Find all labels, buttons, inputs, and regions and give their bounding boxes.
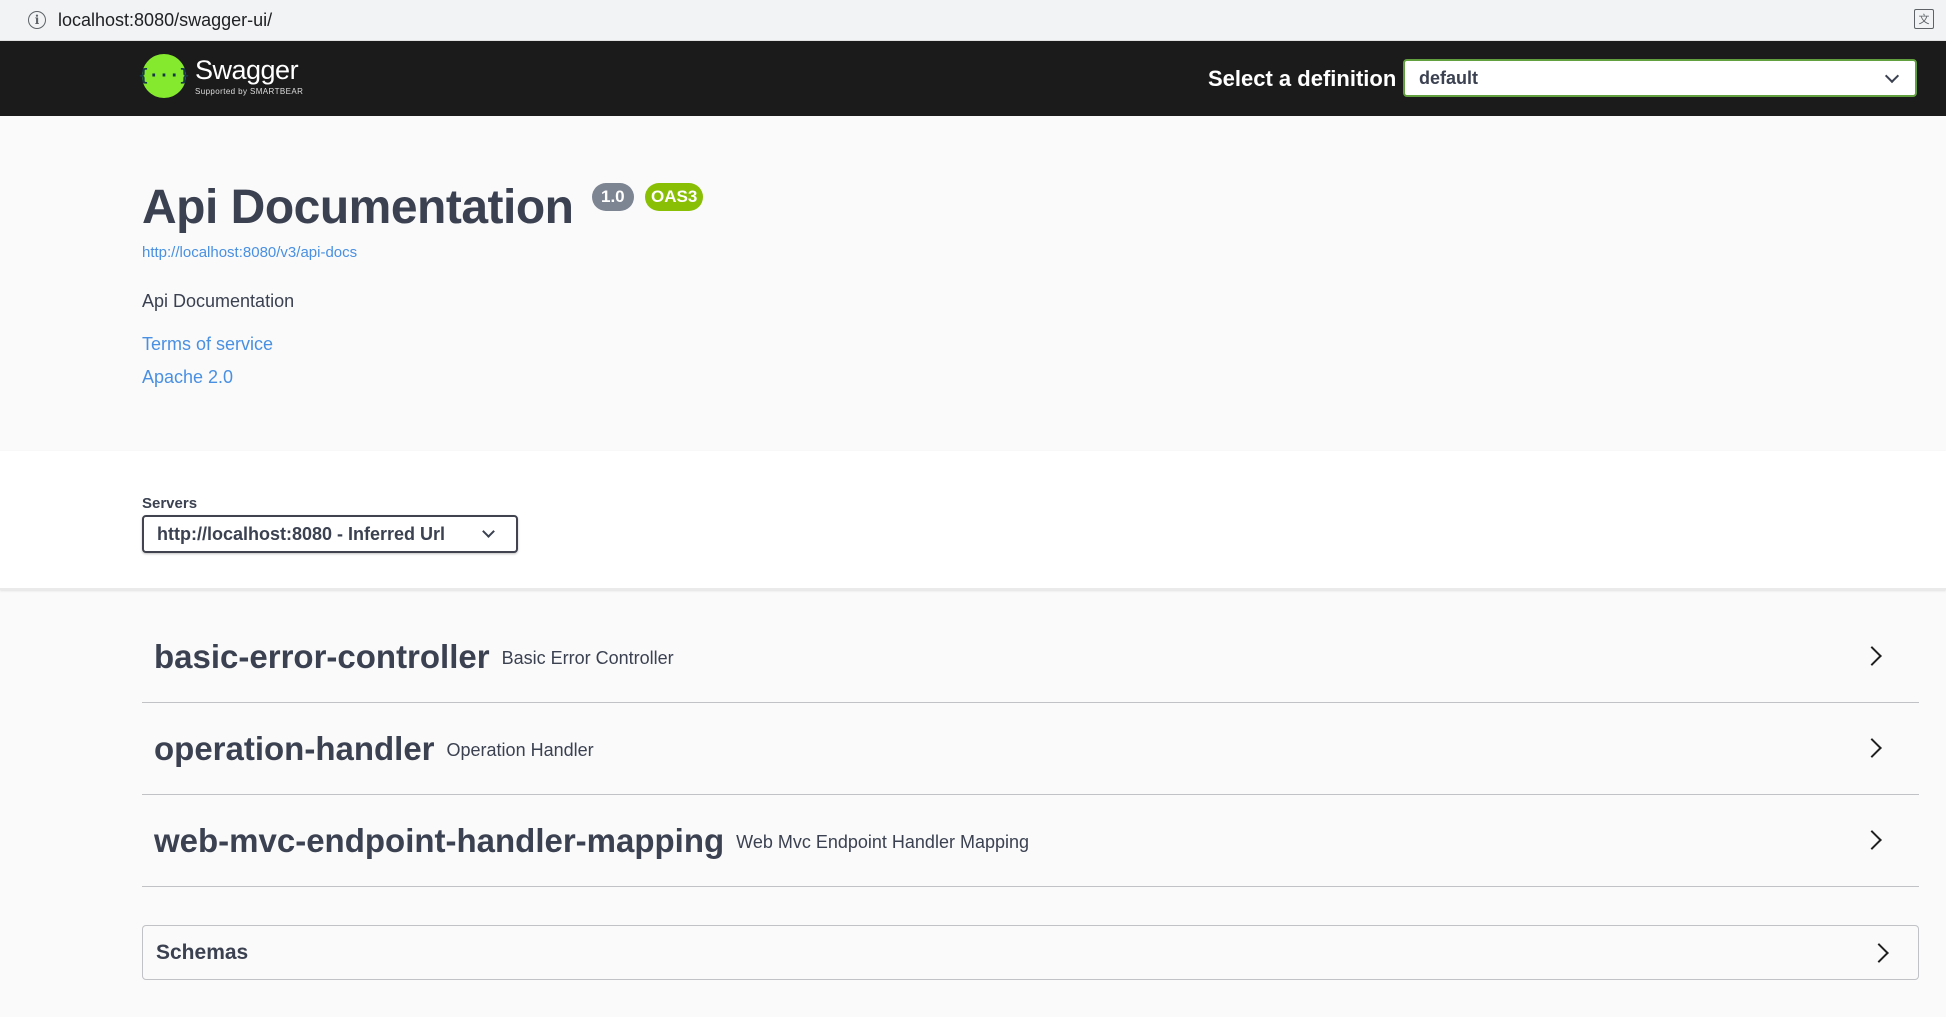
tag-operation-handler[interactable]: operation-handler Operation Handler (142, 703, 1919, 795)
definition-select-value: default (1419, 67, 1479, 88)
api-description: Api Documentation (142, 291, 295, 311)
chevron-right-icon[interactable] (1862, 646, 1882, 666)
servers-select-value: http://localhost:8080 - Inferred Url (157, 523, 446, 544)
definition-select[interactable]: default (1403, 59, 1917, 97)
license-link[interactable]: Apache 2.0 (142, 367, 233, 388)
servers-section: Servers http://localhost:8080 - Inferred… (0, 451, 1946, 590)
api-docs-link[interactable]: http://localhost:8080/v3/api-docs (142, 244, 357, 261)
info-icon[interactable]: i (28, 11, 46, 29)
chevron-down-icon (1884, 68, 1900, 84)
definition-label: Select a definition (1208, 66, 1397, 91)
tag-name: web-mvc-endpoint-handler-mapping (154, 821, 725, 859)
address-url[interactable]: localhost:8080/swagger-ui/ (58, 10, 272, 31)
chevron-right-icon[interactable] (1862, 738, 1882, 758)
logo-subtitle: Supported by SMARTBEAR (195, 86, 304, 96)
chevron-right-icon[interactable] (1862, 830, 1882, 850)
translate-icon[interactable]: 文 (1914, 9, 1934, 29)
tag-web-mvc-endpoint-handler-mapping[interactable]: web-mvc-endpoint-handler-mapping Web Mvc… (142, 795, 1919, 887)
version-badge: 1.0 (592, 183, 634, 211)
tag-description: Web Mvc Endpoint Handler Mapping (736, 831, 1029, 852)
oas-badge: OAS3 (645, 183, 704, 211)
tag-description: Basic Error Controller (501, 647, 674, 668)
swagger-logo-icon: {···} (138, 54, 190, 98)
swagger-logo[interactable]: {···} Swagger Supported by SMARTBEAR (138, 54, 304, 98)
browser-address-bar: i localhost:8080/swagger-ui/ 文 (0, 0, 1946, 41)
tag-description: Operation Handler (446, 739, 594, 760)
page-title: Api Documentation (142, 181, 574, 234)
servers-label: Servers (142, 495, 198, 512)
servers-select[interactable]: http://localhost:8080 - Inferred Url (142, 515, 518, 553)
chevron-right-icon[interactable] (1869, 943, 1889, 963)
schemas-section[interactable]: Schemas (142, 925, 1919, 980)
chevron-down-icon (482, 525, 495, 538)
swagger-topbar: {···} Swagger Supported by SMARTBEAR Sel… (0, 41, 1946, 116)
tag-name: basic-error-controller (154, 637, 490, 675)
schemas-label: Schemas (156, 940, 249, 964)
info-section: Api Documentation 1.0 OAS3 http://localh… (0, 116, 1946, 451)
tag-name: operation-handler (154, 729, 435, 767)
tag-basic-error-controller[interactable]: basic-error-controller Basic Error Contr… (142, 611, 1919, 703)
terms-of-service-link[interactable]: Terms of service (142, 334, 273, 355)
logo-name: Swagger (195, 54, 299, 85)
